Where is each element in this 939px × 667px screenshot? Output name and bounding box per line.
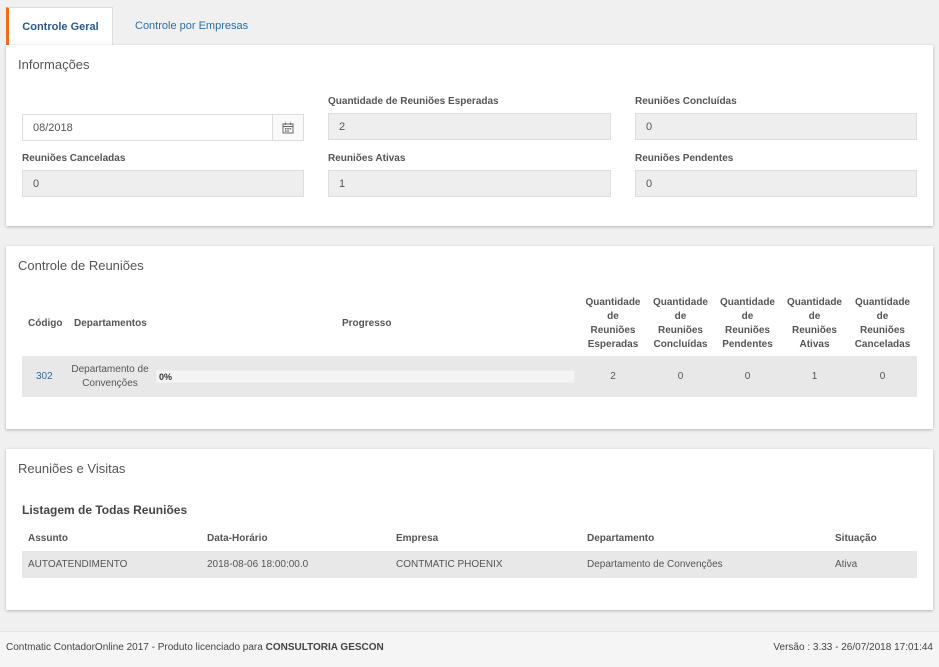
col-ativas-l4: Ativas [799, 338, 830, 350]
col-canceladas-l3: Reuniões [859, 324, 905, 336]
visitas-header-row: Assunto Data-Horário Empresa Departament… [22, 525, 917, 551]
col-esperadas-l1: Quantidade [585, 296, 641, 308]
tab-controle-geral[interactable]: Controle Geral [6, 7, 113, 45]
col-ativas-l1: Quantidade [786, 296, 842, 308]
calendar-icon[interactable] [272, 115, 303, 140]
col-esperadas-l4: Esperadas [587, 338, 639, 350]
footer-license: Contmatic ContadorOnline 2017 - Produto … [6, 642, 384, 653]
col-concluidas-l1: Quantidade [652, 296, 708, 308]
canceladas-value: 0 [879, 371, 886, 382]
departamento-cell: Departamento de Convenções [587, 559, 723, 570]
info-panel: Informações 08/2018 Quantidade de Reuniõ… [6, 45, 933, 226]
controle-header-row: Código Departamentos Progresso Quantidad… [22, 291, 917, 356]
col-departamento: Departamento [587, 532, 655, 544]
col-ativas: Quantidade de Reuniões Ativas [781, 291, 848, 356]
controle-panel: Controle de Reuniões Código Departamento… [6, 246, 933, 429]
concluidas-label: Reuniões Concluídas [635, 96, 737, 107]
data-cell: 2018-08-06 18:00:00.0 [207, 559, 309, 570]
pendentes-field: 0 [635, 170, 917, 197]
esperadas-value: 2 [610, 371, 616, 382]
footer-version: Versão : 3.33 - 26/07/2018 17:01:44 [773, 642, 933, 653]
col-canceladas-l2: de [876, 310, 889, 322]
col-pendentes-l2: de [741, 310, 754, 322]
listagem-title: Listagem de Todas Reuniões [22, 503, 188, 517]
col-concluidas-l3: Reuniões [657, 324, 703, 336]
codigo-value[interactable]: 302 [36, 371, 53, 382]
empresa-cell: CONTMATIC PHOENIX [396, 559, 503, 570]
tab-bar: Controle Geral Controle por Empresas [6, 7, 264, 45]
col-situacao: Situação [835, 532, 877, 544]
visitas-panel-title: Reuniões e Visitas [18, 461, 126, 476]
col-concluidas: Quantidade de Reuniões Concluídas [647, 291, 714, 356]
departamento-cell: Departamento de Convenções [71, 363, 149, 389]
col-progresso: Progresso [342, 318, 392, 329]
progress-text: 0% [159, 372, 173, 382]
col-esperadas-l3: Reuniões [590, 324, 636, 336]
col-assunto: Assunto [28, 532, 68, 544]
col-canceladas-l4: Canceladas [854, 338, 911, 350]
ativas-field: 1 [328, 170, 611, 197]
col-empresa: Empresa [396, 532, 439, 544]
col-pendentes: Quantidade de Reuniões Pendentes [714, 291, 781, 356]
pendentes-value: 0 [744, 371, 751, 382]
ativas-value: 1 [811, 371, 818, 382]
visitas-table: Assunto Data-Horário Empresa Departament… [22, 525, 917, 578]
col-pendentes-l1: Quantidade [719, 296, 775, 308]
ativas-label: Reuniões Ativas [328, 153, 406, 164]
col-data-horario: Data-Horário [207, 532, 268, 544]
info-panel-title: Informações [18, 57, 90, 72]
col-ativas-l3: Reuniões [791, 324, 837, 336]
pendentes-label: Reuniões Pendentes [635, 153, 734, 164]
col-canceladas: Quantidade de Reuniões Canceladas [848, 291, 917, 356]
tab-controle-por-empresas[interactable]: Controle por Empresas [113, 7, 264, 45]
col-esperadas-l2: de [607, 310, 619, 322]
progresso-cell: 0% [152, 356, 579, 397]
footer: Contmatic ContadorOnline 2017 - Produto … [0, 631, 939, 667]
visitas-panel: Reuniões e Visitas Listagem de Todas Reu… [6, 449, 933, 610]
concluidas-value: 0 [677, 371, 684, 382]
col-pendentes-l4: Pendentes [722, 338, 773, 350]
footer-left-text: Contmatic ContadorOnline 2017 - Produto … [6, 642, 263, 653]
controle-table: Código Departamentos Progresso Quantidad… [22, 291, 917, 397]
situacao-cell: Ativa [835, 559, 858, 570]
col-esperadas: Quantidade de Reuniões Esperadas [579, 291, 647, 356]
col-concluidas-l2: de [674, 310, 687, 322]
col-departamentos: Departamentos [74, 318, 147, 329]
codigo-link[interactable]: 302 [22, 356, 68, 397]
month-date-value[interactable]: 08/2018 [23, 115, 272, 140]
col-ativas-l2: de [808, 310, 821, 322]
canceladas-field: 0 [22, 170, 304, 197]
footer-licensee: CONSULTORIA GESCON [265, 642, 384, 653]
col-canceladas-l1: Quantidade [854, 296, 910, 308]
assunto-cell: AUTOATENDIMENTO [28, 559, 128, 570]
col-codigo: Código [28, 318, 63, 329]
esperadas-field: 2 [328, 113, 611, 140]
progress-bar: 0% [156, 370, 575, 383]
table-row: 302 Departamento de Convenções 0% 2 0 0 … [22, 356, 917, 397]
table-row[interactable]: AUTOATENDIMENTO 2018-08-06 18:00:00.0 CO… [22, 551, 917, 578]
col-pendentes-l3: Reuniões [724, 324, 770, 336]
concluidas-field: 0 [635, 113, 917, 140]
canceladas-label: Reuniões Canceladas [22, 153, 126, 164]
month-date-field[interactable]: 08/2018 [22, 114, 304, 141]
col-concluidas-l4: Concluídas [653, 338, 708, 350]
esperadas-label: Quantidade de Reuniões Esperadas [328, 96, 499, 107]
controle-panel-title: Controle de Reuniões [18, 258, 144, 273]
